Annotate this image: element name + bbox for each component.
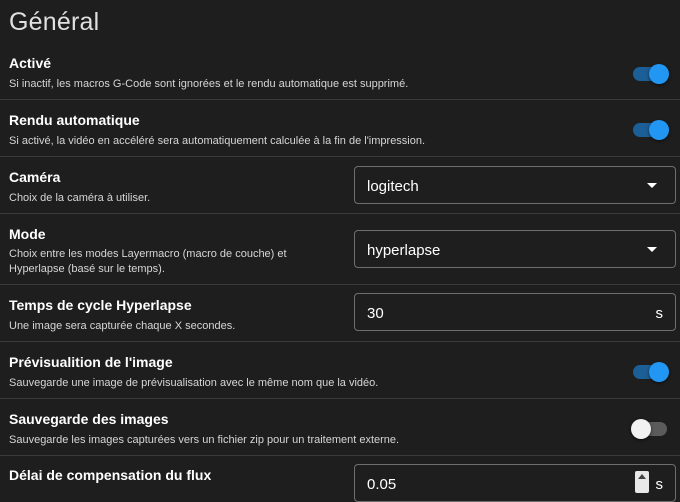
hyperlapse-cycle-input[interactable]: 30 s <box>354 293 676 331</box>
setting-row-active: Activé Si inactif, les macros G-Code son… <box>0 48 680 100</box>
setting-title: Prévisualition de l'image <box>9 354 173 370</box>
active-toggle[interactable] <box>631 62 669 84</box>
setting-row-mode: Mode Choix entre les modes Layermacro (m… <box>0 214 680 285</box>
setting-description: Si activé, la vidéo en accéléré sera aut… <box>9 135 426 147</box>
setting-title: Délai de compensation du flux <box>9 467 212 483</box>
mode-select[interactable]: hyperlapse <box>354 230 676 268</box>
hyperlapse-cycle-value: 30 <box>367 305 384 322</box>
stream-delay-value: 0.05 <box>367 476 397 493</box>
save-images-toggle[interactable] <box>631 417 669 439</box>
setting-title: Activé <box>9 55 52 71</box>
mode-select-value: hyperlapse <box>367 242 441 259</box>
setting-description: Si inactif, les macros G-Code sont ignor… <box>9 78 409 90</box>
setting-description: Choix de la caméra à utiliser. <box>9 192 151 204</box>
setting-description: Une image sera capturée chaque X seconde… <box>9 320 236 332</box>
camera-select[interactable]: logitech <box>354 166 676 204</box>
setting-title: Mode <box>9 226 46 242</box>
setting-row-preview-image: Prévisualition de l'image Sauvegarde une… <box>0 342 680 399</box>
setting-title: Sauvegarde des images <box>9 411 169 427</box>
setting-row-stream-delay: Délai de compensation du flux 0.05 s <box>0 456 680 502</box>
spinner-arrows-icon[interactable] <box>635 471 649 493</box>
toggle-thumb <box>631 419 651 439</box>
toggle-thumb <box>649 64 669 84</box>
setting-row-hyperlapse-cycle: Temps de cycle Hyperlapse Une image sera… <box>0 285 680 342</box>
unit-suffix: s <box>655 305 664 322</box>
setting-title: Rendu automatique <box>9 112 140 128</box>
page-title: Général <box>9 8 100 36</box>
toggle-thumb <box>649 362 669 382</box>
setting-row-save-images: Sauvegarde des images Sauvegarde les ima… <box>0 399 680 456</box>
auto-render-toggle[interactable] <box>631 118 669 140</box>
setting-description: Choix entre les modes Layermacro (macro … <box>9 248 287 275</box>
unit-suffix: s <box>655 476 664 493</box>
caret-down-icon <box>647 247 657 252</box>
toggle-thumb <box>649 120 669 140</box>
stream-delay-input[interactable]: 0.05 s <box>354 464 676 502</box>
setting-title: Caméra <box>9 169 61 185</box>
caret-down-icon <box>647 183 657 188</box>
setting-description: Sauvegarde une image de prévisualisation… <box>9 377 379 389</box>
camera-select-value: logitech <box>367 178 419 195</box>
setting-title: Temps de cycle Hyperlapse <box>9 297 192 313</box>
setting-description: Sauvegarde les images capturées vers un … <box>9 434 400 446</box>
setting-row-camera: Caméra Choix de la caméra à utiliser. lo… <box>0 157 680 214</box>
setting-row-auto-render: Rendu automatique Si activé, la vidéo en… <box>0 100 680 157</box>
preview-image-toggle[interactable] <box>631 360 669 382</box>
